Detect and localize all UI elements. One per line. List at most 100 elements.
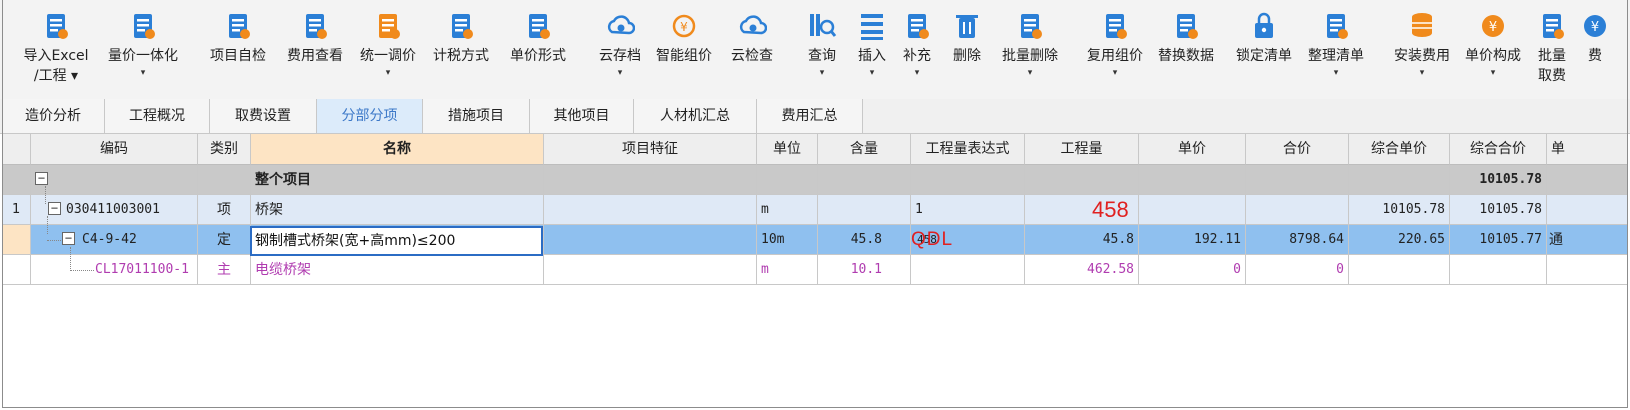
unit-price-cell[interactable] [1139, 165, 1246, 195]
header-type[interactable]: 类别 [198, 134, 251, 165]
toolbar-button-fee[interactable]: ¥ 费 [1575, 0, 1615, 99]
toolbar-button-tax-method[interactable]: 计税方式 [427, 0, 495, 99]
quantity-cell[interactable] [1025, 165, 1139, 195]
comp-unit-price-cell[interactable] [1349, 255, 1450, 285]
toolbar-button-batch-delete[interactable]: 批量删除 ▾ [996, 0, 1064, 99]
code-cell[interactable]: CL17011100-1 [31, 255, 198, 285]
toolbar-button-query[interactable]: 查询 ▾ [800, 0, 844, 99]
toolbar-button-unit-price-composition[interactable]: ¥ 单价构成 ▾ [1459, 0, 1527, 99]
unit-cell[interactable] [757, 165, 818, 195]
toolbar-button-project-check[interactable]: 项目自检 [204, 0, 272, 99]
total-price-cell[interactable]: 8798.64 [1246, 225, 1349, 255]
unit-price-cell[interactable] [1139, 195, 1246, 225]
header-comp-unit-price[interactable]: 综合单价 [1349, 134, 1450, 165]
comp-unit-price-cell[interactable] [1349, 165, 1450, 195]
total-price-cell[interactable] [1246, 165, 1349, 195]
feature-cell[interactable] [544, 225, 757, 255]
extra-cell[interactable] [1547, 165, 1628, 195]
fee-icon: ¥ [1579, 9, 1611, 43]
type-cell[interactable]: 项 [198, 195, 251, 225]
comp-total-cell[interactable]: 10105.77 [1450, 225, 1547, 255]
header-total-price[interactable]: 合价 [1246, 134, 1349, 165]
tab-6[interactable]: 人材机汇总 [634, 99, 757, 133]
comp-unit-price-cell[interactable]: 220.65 [1349, 225, 1450, 255]
toolbar-button-reuse-pricing[interactable]: 复用组价 ▾ [1081, 0, 1149, 99]
tab-0[interactable]: 造价分析 [2, 99, 105, 133]
toolbar-button-cloud-check[interactable]: 云检查 [724, 0, 780, 99]
toolbar-button-cost-view[interactable]: 费用查看 [281, 0, 349, 99]
header-expression[interactable]: 工程量表达式 [911, 134, 1025, 165]
toolbar-button-delete[interactable]: 删除 [945, 0, 989, 99]
collapse-toggle-icon[interactable]: − [35, 172, 48, 185]
tab-1[interactable]: 工程概况 [105, 99, 210, 133]
toolbar-button-install-cost[interactable]: 安装费用 ▾ [1388, 0, 1456, 99]
table-row-selected[interactable]: − C4-9-42 定 10m 45.8 458 45.8 192.11 879… [2, 225, 1628, 255]
header-unit[interactable]: 单位 [757, 134, 818, 165]
name-cell[interactable]: 电缆桥架 [251, 255, 544, 285]
expression-cell[interactable] [911, 255, 1025, 285]
toolbar-button-unit-price-form[interactable]: 单价形式 [504, 0, 572, 99]
extra-cell[interactable]: 通 [1547, 225, 1628, 255]
comp-total-cell[interactable] [1450, 255, 1547, 285]
unit-cell[interactable]: m [757, 255, 818, 285]
toolbar-button-unified-price[interactable]: 统一调价 ▾ [354, 0, 422, 99]
comp-total-cell[interactable]: 10105.78 [1450, 165, 1547, 195]
toolbar-button-quantity-price[interactable]: 量价一体化 ▾ [100, 0, 186, 99]
toolbar-button-replace-data[interactable]: 替换数据 [1152, 0, 1220, 99]
collapse-toggle-icon[interactable]: − [62, 232, 75, 245]
name-cell[interactable]: 整个项目 [251, 165, 544, 195]
tab-7[interactable]: 费用汇总 [757, 99, 863, 133]
toolbar-button-cloud-archive[interactable]: 云存档 ▾ [590, 0, 650, 99]
name-edit-field[interactable]: 钢制槽式桥架(宽+高mm)≤200 [250, 226, 543, 256]
name-cell[interactable]: 桥架 [251, 195, 544, 225]
content-cell[interactable] [818, 195, 911, 225]
feature-cell[interactable] [544, 255, 757, 285]
type-cell[interactable]: 主 [198, 255, 251, 285]
unit-cell[interactable]: 10m [757, 225, 818, 255]
toolbar-button-organize-list[interactable]: 整理清单 ▾ [1302, 0, 1370, 99]
toolbar-button-batch-fee[interactable]: 批量 取费 [1532, 0, 1572, 99]
content-cell[interactable]: 10.1 [818, 255, 911, 285]
feature-cell[interactable] [544, 195, 757, 225]
toolbar-button-import-excel[interactable]: 导入Excel/工程 ▾ [14, 0, 98, 99]
type-cell[interactable]: 定 [198, 225, 251, 255]
tab-3[interactable]: 分部分项 [317, 99, 423, 133]
header-comp-total[interactable]: 综合合价 [1450, 134, 1547, 165]
expression-cell[interactable] [911, 165, 1025, 195]
header-quantity[interactable]: 工程量 [1025, 134, 1139, 165]
total-price-cell[interactable] [1246, 195, 1349, 225]
expression-cell[interactable]: 1 [911, 195, 1025, 225]
header-content[interactable]: 含量 [818, 134, 911, 165]
tab-5[interactable]: 其他项目 [530, 99, 634, 133]
table-row-list-item[interactable]: 1 − 030411003001 项 桥架 m 1 10105.78 10105… [2, 195, 1628, 225]
comp-unit-price-cell[interactable]: 10105.78 [1349, 195, 1450, 225]
quantity-cell[interactable]: 45.8 [1025, 225, 1139, 255]
toolbar-button-supplement[interactable]: 补充 ▾ [895, 0, 939, 99]
unit-cell[interactable]: m [757, 195, 818, 225]
collapse-toggle-icon[interactable]: − [48, 202, 61, 215]
toolbar-button-smart-pricing[interactable]: ¥ 智能组价 [650, 0, 718, 99]
header-code[interactable]: 编码 [31, 134, 198, 165]
toolbar-button-insert[interactable]: 插入 ▾ [850, 0, 894, 99]
table-row-summary[interactable]: − 整个项目 10105.78 [2, 165, 1628, 195]
header-feature[interactable]: 项目特征 [544, 134, 757, 165]
row-index [2, 165, 31, 195]
unit-price-cell[interactable]: 192.11 [1139, 225, 1246, 255]
header-extra[interactable]: 单 [1547, 134, 1628, 165]
tab-4[interactable]: 措施项目 [423, 99, 530, 133]
header-name[interactable]: 名称 [251, 134, 544, 165]
code-cell[interactable]: − 030411003001 [31, 195, 198, 225]
total-price-cell[interactable]: 0 [1246, 255, 1349, 285]
table-row-material[interactable]: CL17011100-1 主 电缆桥架 m 10.1 462.58 0 0 [2, 255, 1628, 285]
extra-cell[interactable] [1547, 255, 1628, 285]
tab-2[interactable]: 取费设置 [210, 99, 317, 133]
extra-cell[interactable] [1547, 195, 1628, 225]
content-cell[interactable] [818, 165, 911, 195]
feature-cell[interactable] [544, 165, 757, 195]
comp-total-cell[interactable]: 10105.78 [1450, 195, 1547, 225]
unit-price-cell[interactable]: 0 [1139, 255, 1246, 285]
toolbar-button-lock-list[interactable]: 锁定清单 [1230, 0, 1298, 99]
quantity-cell[interactable]: 462.58 [1025, 255, 1139, 285]
content-cell[interactable]: 45.8 [818, 225, 911, 255]
header-unit-price[interactable]: 单价 [1139, 134, 1246, 165]
